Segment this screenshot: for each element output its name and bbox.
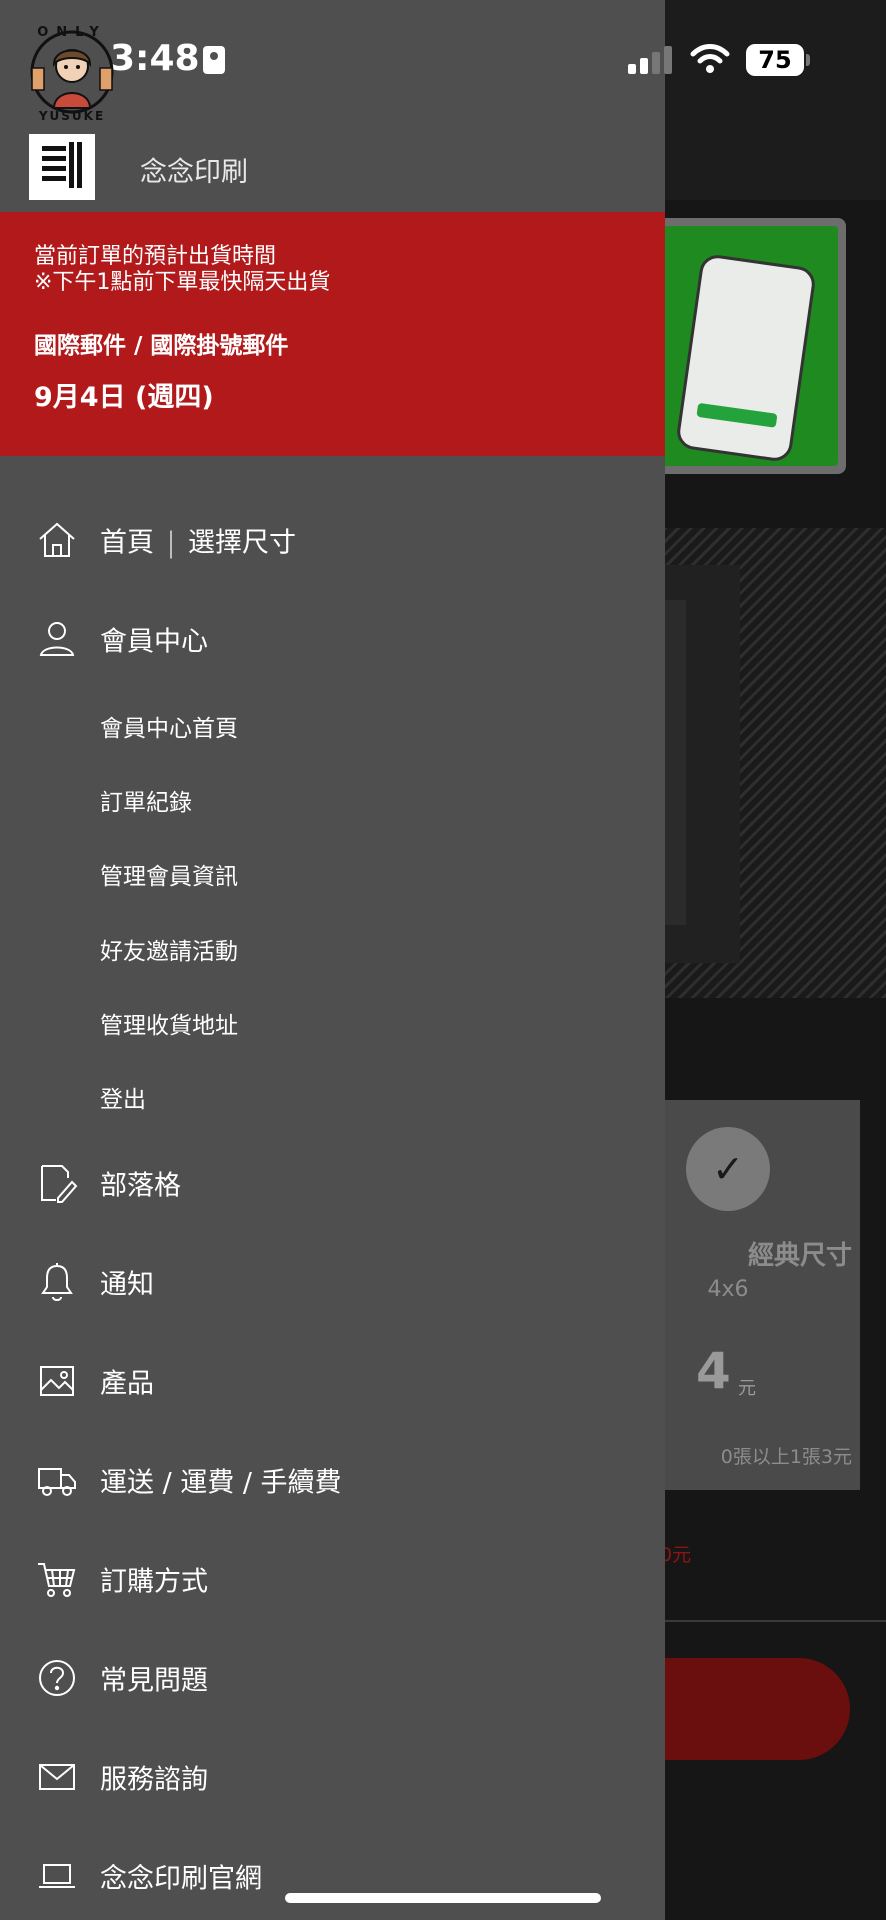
menu-shipping-label: 運送 / 運費 / 手續費: [100, 1467, 342, 1499]
menu-notifications-label: 通知: [100, 1269, 154, 1301]
submenu-order-history[interactable]: 訂單紀錄: [0, 772, 665, 828]
laptop-icon: [39, 1864, 75, 1888]
menu-item-home[interactable]: 首頁 選擇尺寸: [0, 505, 665, 575]
id-card-icon: [203, 46, 225, 74]
menu-item-contact[interactable]: 服務諮詢: [0, 1742, 665, 1812]
image-icon: [40, 1366, 74, 1396]
home-icon: [39, 522, 75, 557]
menu-faq-label: 常見問題: [100, 1665, 208, 1697]
submenu-label: 管理會員資訊: [100, 864, 238, 890]
menu-blog-label: 部落格: [100, 1170, 181, 1202]
watermark-top-text: ONLY: [37, 25, 107, 40]
menu-item-faq[interactable]: 常見問題: [0, 1643, 665, 1713]
phone-button-illustration: [696, 402, 778, 428]
menu-website-label: 念念印刷官網: [100, 1863, 262, 1895]
bell-icon: [41, 1263, 73, 1301]
price-unit: 元: [738, 1378, 756, 1399]
battery-level: 75: [746, 44, 804, 76]
question-icon: [39, 1660, 75, 1696]
submenu-logout[interactable]: 登出: [0, 1069, 665, 1125]
shipping-method: 國際郵件 / 國際掛號郵件: [34, 333, 289, 359]
shipping-estimate-banner: 當前訂單的預計出貨時間 ※下午1點前下單最快隔天出貨 國際郵件 / 國際掛號郵件…: [0, 212, 665, 456]
edit-icon: [41, 1165, 78, 1203]
watermark-stamp: ONLY YUSUKE: [30, 25, 114, 122]
menu-contact-label: 服務諮詢: [100, 1764, 208, 1796]
menu-item-member-center[interactable]: 會員中心: [0, 604, 665, 674]
submenu-label: 好友邀請活動: [100, 939, 238, 965]
menu-member-label: 會員中心: [100, 626, 208, 658]
battery-icon: [806, 54, 810, 66]
shipping-estimate-title: 當前訂單的預計出貨時間: [34, 244, 277, 269]
menu-item-shipping[interactable]: 運送 / 運費 / 手續費: [0, 1445, 665, 1515]
menu-item-how-to-order[interactable]: 訂購方式: [0, 1544, 665, 1614]
brand-logo[interactable]: [29, 134, 95, 200]
submenu-manage-address[interactable]: 管理收貨地址: [0, 995, 665, 1051]
mail-icon: [39, 1764, 75, 1790]
truck-icon: [38, 1468, 76, 1496]
cart-icon: [38, 1563, 76, 1597]
menu-item-blog[interactable]: 部落格: [0, 1148, 665, 1218]
menu-products-label: 產品: [100, 1368, 154, 1400]
submenu-label: 會員中心首頁: [100, 716, 238, 742]
phone-illustration: [674, 252, 818, 464]
menu-item-notifications[interactable]: 通知: [0, 1247, 665, 1317]
submenu-label: 管理收貨地址: [100, 1013, 238, 1039]
menu-select-size-label[interactable]: 選擇尺寸: [188, 528, 296, 559]
home-indicator[interactable]: [285, 1893, 601, 1903]
submenu-member-home[interactable]: 會員中心首頁: [0, 698, 665, 754]
shipping-date: 9月4日 (週四): [34, 382, 214, 413]
menu-home-label[interactable]: 首頁: [100, 528, 154, 559]
signal-icon: [628, 46, 674, 74]
side-drawer: 當前訂單的預計出貨時間 ※下午1點前下單最快隔天出貨 國際郵件 / 國際掛號郵件…: [0, 0, 665, 1920]
status-bar: 3:48 75: [0, 0, 886, 110]
user-icon: [39, 622, 75, 656]
submenu-label: 訂單紀錄: [100, 790, 192, 816]
size-dimensions: 4x6: [707, 1277, 749, 1302]
wifi-icon: [690, 44, 730, 73]
submenu-friend-invite[interactable]: 好友邀請活動: [0, 921, 665, 977]
brand-name[interactable]: 念念印刷: [140, 150, 248, 189]
shipping-cutoff-note: ※下午1點前下單最快隔天出貨: [34, 270, 331, 295]
submenu-label: 登出: [100, 1087, 146, 1113]
watermark-bottom-text: YUSUKE: [38, 109, 105, 122]
submenu-manage-profile[interactable]: 管理會員資訊: [0, 846, 665, 902]
menu-item-products[interactable]: 產品: [0, 1346, 665, 1416]
check-icon: ✓: [686, 1127, 770, 1211]
menu-separator: [170, 530, 172, 558]
size-price: 4: [696, 1342, 731, 1400]
menu-how-to-order-label: 訂購方式: [100, 1566, 208, 1598]
